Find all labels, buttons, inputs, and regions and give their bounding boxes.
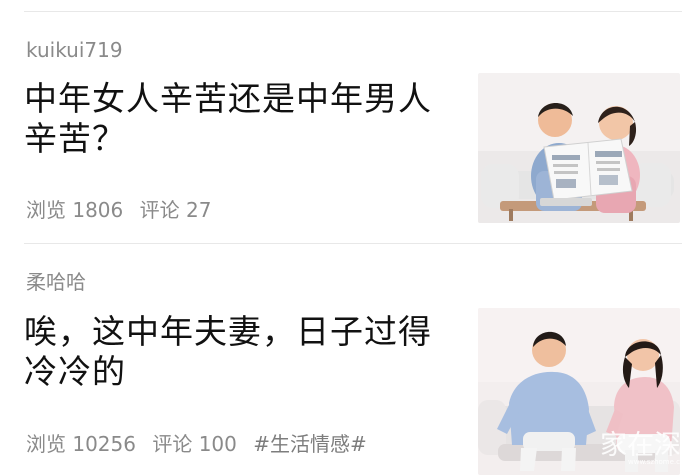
post-card[interactable]: kuikui719 中年女人辛苦还是中年男人辛苦？ 浏览 1806 评论 27 (0, 12, 700, 242)
watermark-text: 家在深圳 (600, 430, 680, 461)
views-count: 浏览 10256 (26, 432, 136, 456)
comments-count: 评论 27 (139, 198, 212, 222)
watermark-site: www.szhome.com (628, 458, 680, 466)
comments-count: 评论 100 (152, 432, 237, 456)
post-meta: 浏览 10256 评论 100 #生活情感# (26, 434, 377, 454)
author-name[interactable]: kuikui719 (26, 40, 123, 60)
post-title[interactable]: 中年女人辛苦还是中年男人辛苦？ (24, 79, 464, 159)
post-card[interactable]: 柔哈哈 唉，这中年夫妻，日子过得冷冷的 浏览 10256 评论 100 #生活情… (0, 244, 700, 475)
author-name[interactable]: 柔哈哈 (26, 272, 86, 292)
couple-reading-newspaper-image (478, 73, 680, 223)
post-thumbnail[interactable]: 家在深圳 www.szhome.com (478, 308, 680, 475)
post-title[interactable]: 唉，这中年夫妻，日子过得冷冷的 (24, 312, 464, 392)
post-meta: 浏览 1806 评论 27 (26, 200, 221, 220)
post-thumbnail[interactable] (478, 73, 680, 223)
views-count: 浏览 1806 (26, 198, 124, 222)
topic-tag[interactable]: #生活情感# (253, 432, 367, 456)
post-feed: kuikui719 中年女人辛苦还是中年男人辛苦？ 浏览 1806 评论 27 (0, 0, 700, 475)
couple-sitting-apart-image: 家在深圳 www.szhome.com (478, 308, 680, 475)
